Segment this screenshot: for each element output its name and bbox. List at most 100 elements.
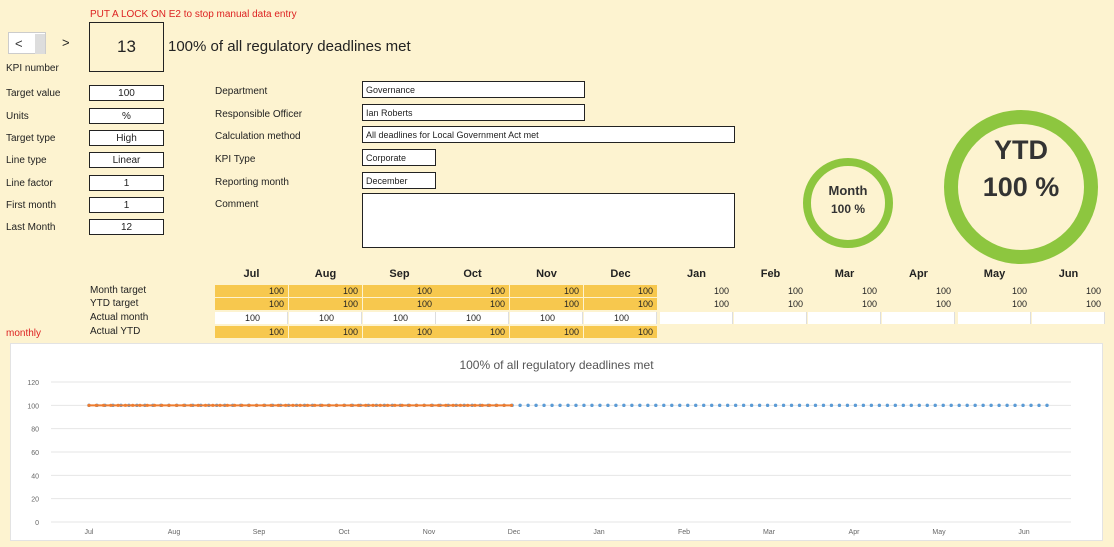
actual-point xyxy=(342,403,346,407)
left-field-value[interactable]: High xyxy=(89,130,164,146)
table-cell[interactable]: 100 xyxy=(734,298,807,310)
actual-point xyxy=(233,403,237,407)
table-cell[interactable]: 100 xyxy=(510,326,583,338)
mid-field-value[interactable]: Ian Roberts xyxy=(362,104,585,121)
left-field-value[interactable]: 1 xyxy=(89,175,164,191)
actual-point xyxy=(327,403,331,407)
table-cell[interactable]: 100 xyxy=(584,285,657,297)
table-cell[interactable]: 100 xyxy=(436,312,509,324)
mid-field-value[interactable]: December xyxy=(362,172,436,189)
month-header: Aug xyxy=(314,268,337,280)
table-cell[interactable]: 100 xyxy=(215,326,288,338)
left-field-value[interactable]: 100 xyxy=(89,85,164,101)
actual-point xyxy=(349,403,353,407)
table-cell[interactable]: 100 xyxy=(289,326,362,338)
table-cell[interactable] xyxy=(660,326,733,338)
target-point xyxy=(981,403,985,408)
mid-field-value[interactable]: Governance xyxy=(362,81,585,98)
table-cell[interactable]: 100 xyxy=(363,298,436,310)
table-cell[interactable]: 100 xyxy=(584,312,657,324)
table-cell[interactable]: 100 xyxy=(363,326,436,338)
table-cell[interactable] xyxy=(660,312,733,324)
y-tick-label: 60 xyxy=(31,450,39,457)
left-field-value[interactable]: % xyxy=(89,108,164,124)
kpi-nav-spinner[interactable]: < xyxy=(8,32,46,54)
target-point xyxy=(893,403,898,408)
actual-point xyxy=(211,403,215,407)
comment-field[interactable] xyxy=(362,193,735,248)
prev-kpi-button[interactable]: < xyxy=(15,36,23,51)
actual-point xyxy=(94,403,98,407)
actual-point xyxy=(218,403,222,407)
target-point xyxy=(781,403,786,408)
y-tick-label: 0 xyxy=(35,520,39,527)
actual-point xyxy=(254,403,259,407)
mid-field-label: Reporting month xyxy=(215,177,289,188)
actual-point xyxy=(291,403,295,407)
table-cell[interactable]: 100 xyxy=(808,285,881,297)
actual-point xyxy=(196,403,200,407)
target-point xyxy=(861,403,866,408)
month-header: Apr xyxy=(909,268,928,280)
table-cell[interactable]: 100 xyxy=(734,285,807,297)
actual-point xyxy=(160,403,164,407)
table-cell[interactable]: 100 xyxy=(289,285,362,297)
actual-point xyxy=(131,403,135,407)
table-cell[interactable]: 100 xyxy=(1032,298,1105,310)
month-header: Feb xyxy=(760,268,781,280)
actual-point xyxy=(269,403,273,407)
table-cell[interactable]: 100 xyxy=(958,285,1031,297)
table-cell[interactable]: 100 xyxy=(436,326,509,338)
table-cell[interactable]: 100 xyxy=(436,285,509,297)
table-cell[interactable] xyxy=(882,312,955,324)
table-cell[interactable]: 100 xyxy=(958,298,1031,310)
table-cell[interactable]: 100 xyxy=(584,326,657,338)
target-point xyxy=(598,403,602,408)
table-cell[interactable]: 100 xyxy=(289,298,362,310)
table-cell[interactable]: 100 xyxy=(215,285,288,297)
table-cell[interactable]: 100 xyxy=(363,312,436,324)
target-point xyxy=(741,403,746,408)
table-cell[interactable] xyxy=(958,326,1031,338)
mid-field-value[interactable]: All deadlines for Local Government Act m… xyxy=(362,126,735,143)
table-cell[interactable] xyxy=(1032,312,1105,324)
kpi-number-box[interactable]: 13 xyxy=(89,22,164,72)
table-cell[interactable] xyxy=(882,326,955,338)
table-row-label: Actual YTD xyxy=(90,326,141,337)
table-cell[interactable]: 100 xyxy=(215,298,288,310)
actual-point xyxy=(320,403,324,407)
mid-field-value[interactable]: Corporate xyxy=(362,149,436,166)
table-cell[interactable]: 100 xyxy=(363,285,436,297)
table-cell[interactable]: 100 xyxy=(510,285,583,297)
target-point xyxy=(845,403,850,408)
target-point xyxy=(773,403,778,408)
table-cell[interactable] xyxy=(808,326,881,338)
table-cell[interactable] xyxy=(958,312,1031,324)
next-kpi-button[interactable]: > xyxy=(62,35,70,50)
spinner-divider xyxy=(35,34,45,54)
table-cell[interactable]: 100 xyxy=(584,298,657,310)
table-cell[interactable]: 100 xyxy=(660,298,733,310)
table-cell[interactable] xyxy=(734,326,807,338)
table-cell[interactable]: 100 xyxy=(510,298,583,310)
target-point xyxy=(949,403,953,408)
left-field-value[interactable]: Linear xyxy=(89,152,164,168)
month-header: Jun xyxy=(1058,268,1079,280)
monthly-side-label: monthly xyxy=(6,328,42,339)
table-cell[interactable]: 100 xyxy=(510,312,583,324)
table-cell[interactable] xyxy=(1032,326,1105,338)
table-cell[interactable] xyxy=(808,312,881,324)
target-point xyxy=(805,403,810,408)
table-cell[interactable]: 100 xyxy=(882,285,955,297)
actual-point xyxy=(284,403,288,407)
table-cell[interactable]: 100 xyxy=(1032,285,1105,297)
table-cell[interactable]: 100 xyxy=(882,298,955,310)
table-cell[interactable] xyxy=(734,312,807,324)
table-cell[interactable]: 100 xyxy=(660,285,733,297)
table-cell[interactable]: 100 xyxy=(215,312,288,324)
table-cell[interactable]: 100 xyxy=(289,312,362,324)
table-cell[interactable]: 100 xyxy=(808,298,881,310)
table-cell[interactable]: 100 xyxy=(436,298,509,310)
left-field-value[interactable]: 12 xyxy=(89,219,164,235)
left-field-value[interactable]: 1 xyxy=(89,197,164,213)
